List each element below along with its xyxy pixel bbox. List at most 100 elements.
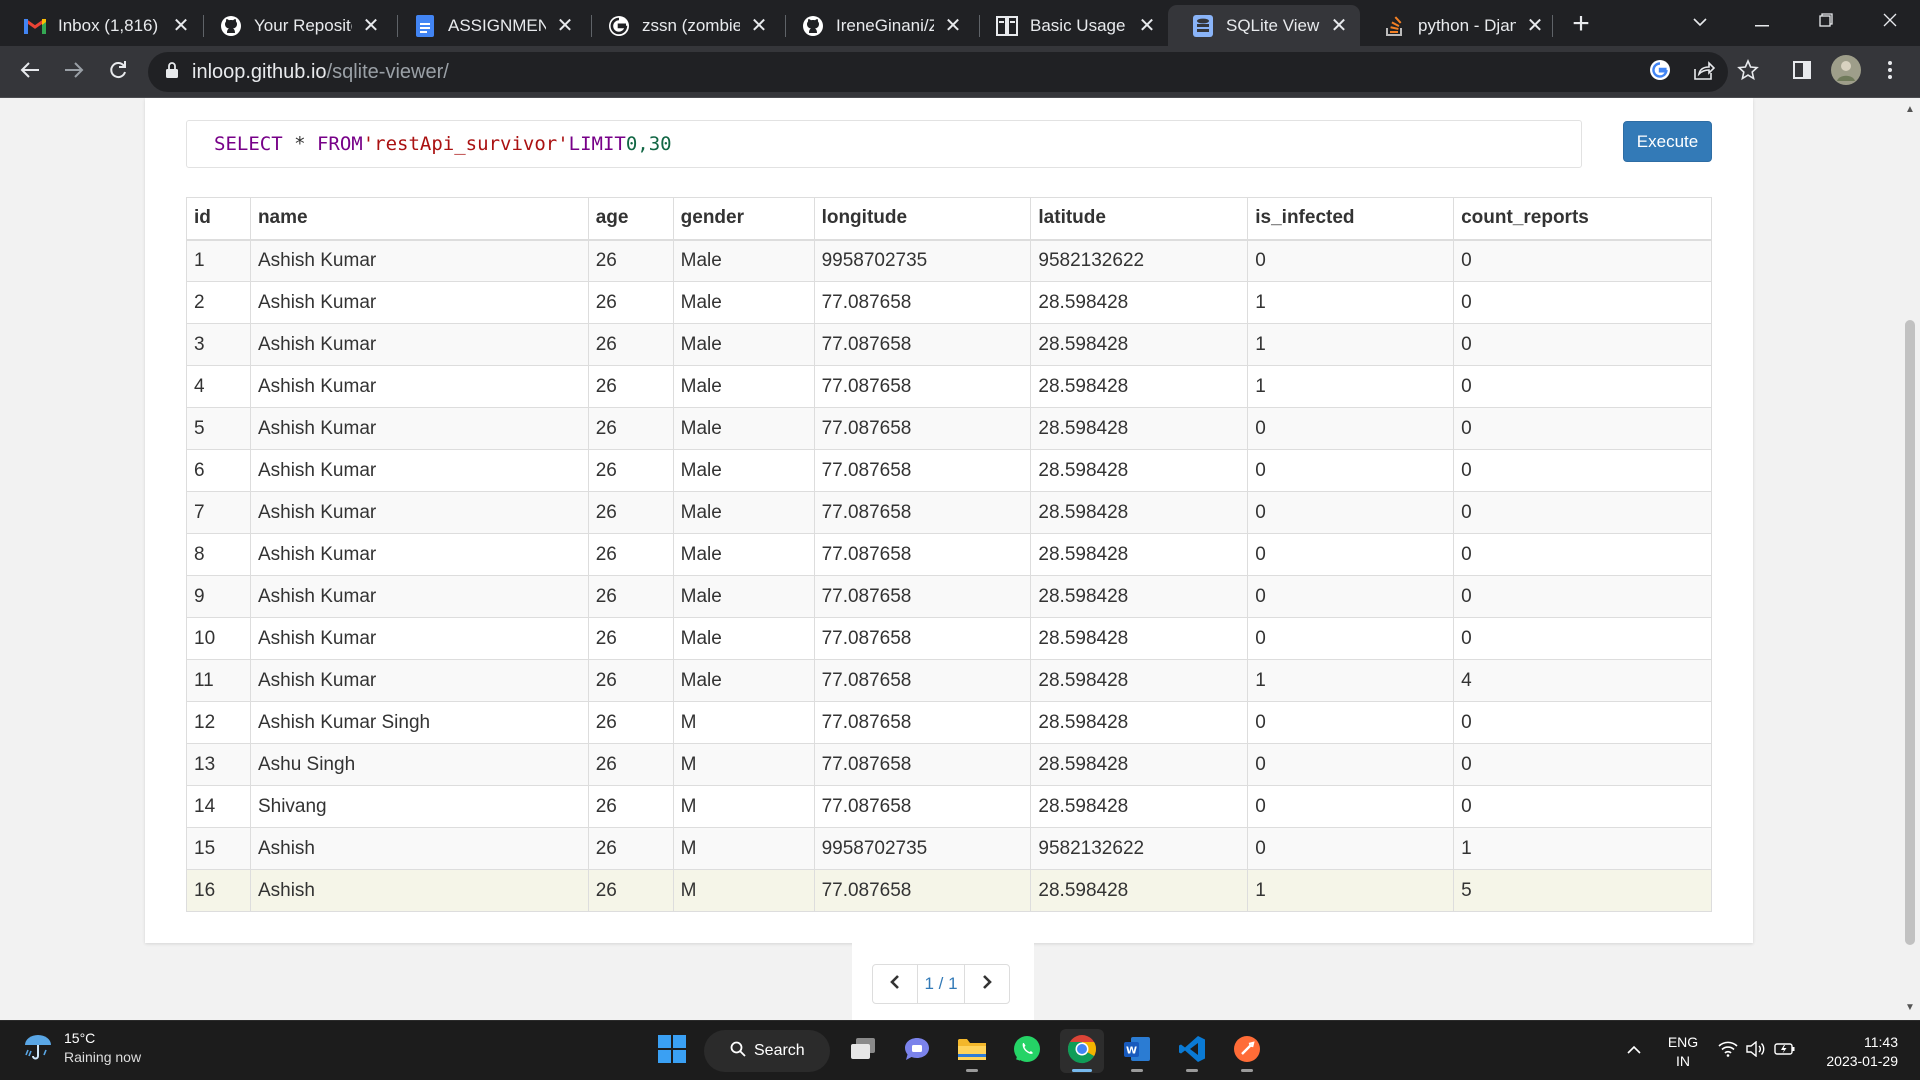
column-header-age: age [587,197,674,241]
table-row[interactable]: 9 Ashish Kumar 26 Male 77.087658 28.598428 0 0 [186,575,1712,618]
cell-age: 26 [587,281,674,324]
close-icon[interactable]: ✕ [554,15,576,37]
chrome-button[interactable] [1060,1029,1104,1073]
cell-count-reports: 0 [1453,785,1712,828]
pagination: 1 / 1 [872,964,1010,1004]
table-row[interactable]: 7 Ashish Kumar 26 Male 77.087658 28.598428 0 0 [186,491,1712,534]
results-table: id name age gender longitude latitude is_infec… [186,197,1712,912]
table-row[interactable]: 5 Ashish Kumar 26 Male 77.087658 28.598428 0 0 [186,407,1712,450]
table-row[interactable]: 13 Ashu Singh 26 M 77.087658 28.598428 0 0 [186,743,1712,786]
bookmark-button[interactable] [1732,56,1764,88]
table-row[interactable]: 8 Ashish Kumar 26 Male 77.087658 28.598428 0 0 [186,533,1712,576]
scroll-up-icon[interactable]: ▲ [1905,104,1915,115]
previous-page-button[interactable] [872,964,918,1004]
scroll-down-icon[interactable]: ▼ [1905,1002,1915,1013]
new-tab-button[interactable]: + [1566,9,1596,39]
close-icon[interactable]: ✕ [1328,15,1350,37]
wifi-icon [1718,1041,1738,1062]
tab-python-django[interactable]: python - Djan ✕ [1360,5,1556,46]
close-window-button[interactable] [1862,0,1918,42]
reload-button[interactable] [102,56,134,88]
running-indicator [966,1069,978,1072]
close-icon[interactable]: ✕ [1524,15,1546,37]
cell-is-infected: 0 [1247,617,1455,660]
cell-count-reports: 0 [1453,365,1712,408]
cell-name: Ashish Kumar [249,365,589,408]
table-row[interactable]: 14 Shivang 26 M 77.087658 28.598428 0 0 [186,785,1712,828]
cell-age: 26 [587,827,674,870]
cell-id: 15 [186,827,251,870]
cell-is-infected: 1 [1247,869,1455,912]
tab-gmail[interactable]: Inbox (1,816) - ✕ [0,5,202,46]
system-clock[interactable]: 11:43 2023-01-29 [1816,1033,1898,1071]
scrollbar-thumb[interactable] [1905,320,1915,945]
start-button[interactable] [650,1029,694,1073]
quick-settings[interactable] [1718,1021,1796,1080]
close-icon[interactable]: ✕ [942,15,964,37]
file-explorer-button[interactable] [950,1029,994,1073]
tab-sqlite-viewer[interactable]: SQLite Viewer ✕ [1168,5,1360,46]
close-icon[interactable]: ✕ [170,15,192,37]
page-scrollbar[interactable]: ▲ ▼ [1900,98,1920,1020]
close-icon[interactable]: ✕ [360,15,382,37]
word-icon: W [1123,1036,1151,1067]
arrow-right-icon [64,61,84,84]
task-view-button[interactable] [841,1029,885,1073]
sql-table-name: 'restApi_survivor' [362,133,569,155]
tab-assignment[interactable]: ASSIGNMENT ✕ [390,5,586,46]
forward-button[interactable] [58,56,90,88]
sql-editor[interactable]: SELECT * FROM 'restApi_survivor' LIMIT 0… [186,120,1582,168]
table-row[interactable]: 6 Ashish Kumar 26 Male 77.087658 28.598428 0 0 [186,449,1712,492]
battery-icon [1774,1042,1796,1061]
taskbar-search[interactable]: Search [704,1030,830,1072]
table-row[interactable]: 2 Ashish Kumar 26 Male 77.087658 28.598428 1 0 [186,281,1712,324]
minimize-button[interactable] [1734,0,1790,42]
tab-search-button[interactable] [1672,0,1728,42]
tab-github-irene[interactable]: IreneGinani/Zo ✕ [778,5,974,46]
tray-overflow-button[interactable] [1626,1021,1642,1080]
table-row[interactable]: 3 Ashish Kumar 26 Male 77.087658 28.598428 1 0 [186,323,1712,366]
table-row[interactable]: 10 Ashish Kumar 26 Male 77.087658 28.598428 0 0 [186,617,1712,660]
tab-basic-usage[interactable]: Basic Usage — ✕ [972,5,1168,46]
next-page-button[interactable] [964,964,1010,1004]
side-panel-button[interactable] [1786,56,1818,88]
cell-age: 26 [587,323,674,366]
postman-button[interactable] [1225,1029,1269,1073]
cell-age: 26 [587,659,674,702]
execute-button[interactable]: Execute [1623,121,1712,162]
table-row[interactable]: 12 Ashish Kumar Singh 26 M 77.087658 28.59842… [186,701,1712,744]
cell-latitude: 28.598428 [1030,449,1249,492]
browser-menu-button[interactable] [1874,56,1906,88]
google-lens-button[interactable] [1644,56,1676,88]
avatar [1831,54,1861,90]
table-row[interactable]: 16 Ashish 26 M 77.087658 28.598428 1 5 [186,869,1712,912]
table-row[interactable]: 11 Ashish Kumar 26 Male 77.087658 28.598428 1 4 [186,659,1712,702]
share-button[interactable] [1688,56,1720,88]
table-row[interactable]: 4 Ashish Kumar 26 Male 77.087658 28.598428 1 0 [186,365,1712,408]
weather-widget[interactable]: 15°C Raining now [22,1029,141,1067]
address-bar[interactable]: inloop.github.io/sqlite-viewer/ [148,52,1728,92]
word-button[interactable]: W [1115,1029,1159,1073]
close-icon[interactable]: ✕ [748,15,770,37]
close-icon[interactable]: ✕ [1136,15,1158,37]
profile-button[interactable] [1830,54,1862,90]
table-row[interactable]: 1 Ashish Kumar 26 Male 9958702735 9582132622 0… [186,239,1712,282]
teams-chat-button[interactable] [895,1029,939,1073]
whatsapp-button[interactable] [1005,1029,1049,1073]
restore-button[interactable] [1798,0,1854,42]
folder-icon [957,1036,987,1067]
input-language[interactable]: ENG IN [1666,1033,1700,1071]
clock-date: 2023-01-29 [1826,1053,1898,1069]
close-icon [1883,11,1897,32]
vscode-button[interactable] [1170,1029,1214,1073]
table-row[interactable]: 15 Ashish 26 M 9958702735 9582132622 0 1 [186,827,1712,870]
browser-toolbar: inloop.github.io/sqlite-viewer/ [0,46,1920,98]
tab-zssn-search[interactable]: zssn (zombie s ✕ [584,5,780,46]
cell-longitude: 77.087658 [813,743,1032,786]
table-body: 1 Ashish Kumar 26 Male 9958702735 9582132622 0… [186,239,1712,912]
back-button[interactable] [14,56,46,88]
kebab-menu-icon [1887,60,1893,85]
tab-github-repos[interactable]: Your Repositor ✕ [196,5,392,46]
cell-is-infected: 0 [1247,785,1455,828]
cell-is-infected: 0 [1247,701,1455,744]
